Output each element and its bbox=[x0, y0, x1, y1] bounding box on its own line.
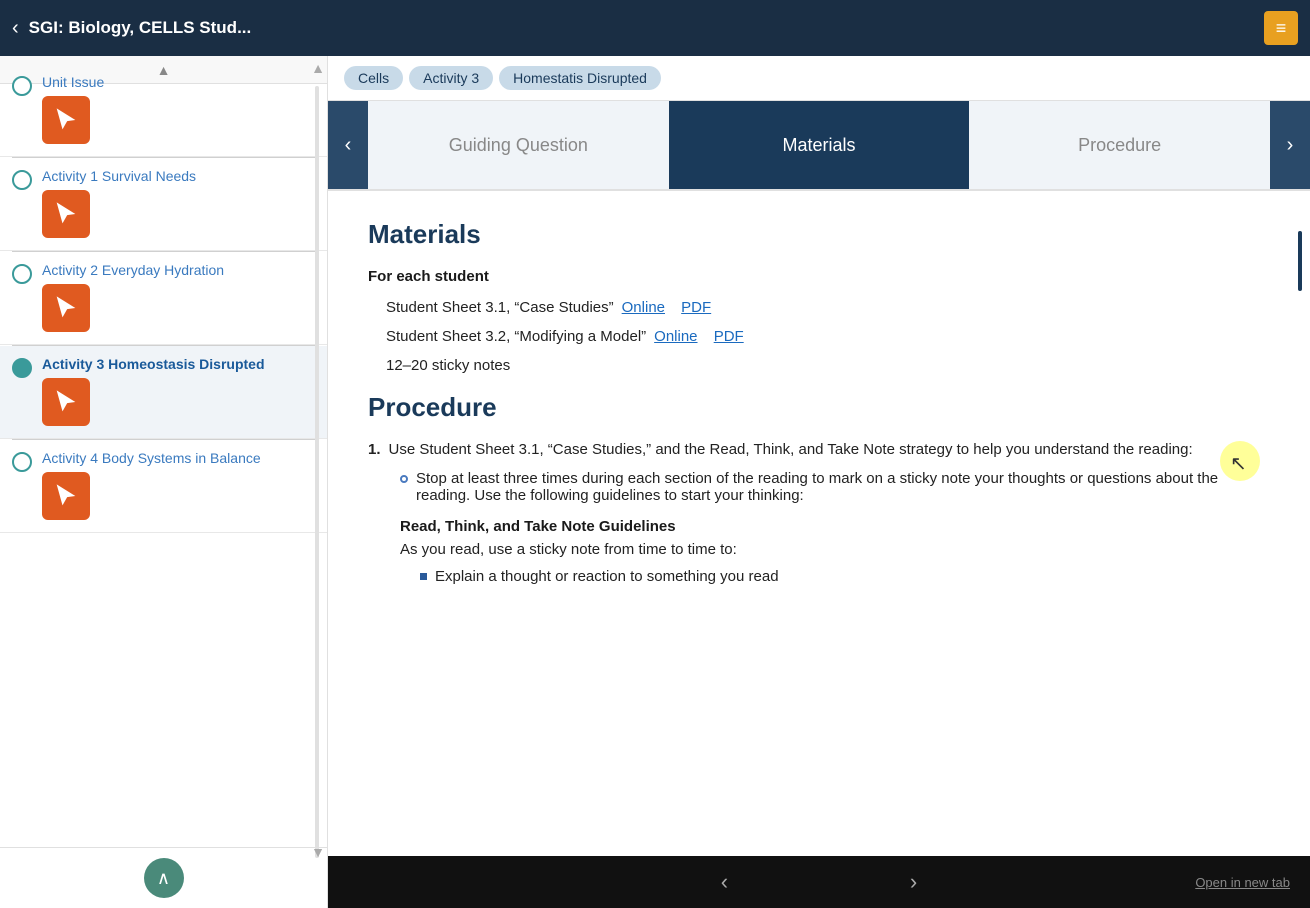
sidebar-icon-activity-4 bbox=[42, 472, 90, 520]
sub-bullets: Stop at least three times during each se… bbox=[400, 470, 1270, 504]
sidebar: ▲ Unit Issue Activity 1 Survival Needs bbox=[0, 56, 328, 908]
material-link-online-1[interactable]: Online bbox=[622, 299, 665, 316]
bottom-prev-button[interactable]: ‹ bbox=[721, 869, 728, 895]
sub-bullet-text-1: Stop at least three times during each se… bbox=[416, 470, 1270, 504]
section-nav-materials[interactable]: Materials bbox=[669, 101, 970, 189]
sidebar-item-unit-issue[interactable]: Unit Issue bbox=[0, 64, 327, 157]
material-row-2: Student Sheet 3.2, “Modifying a Model” O… bbox=[368, 328, 1270, 345]
sidebar-label-activity-3: Activity 3 Homeostasis Disrupted bbox=[42, 356, 315, 372]
section-nav: ‹ Guiding Question Materials Procedure › bbox=[328, 101, 1310, 191]
step-1-text: Use Student Sheet 3.1, “Case Studies,” a… bbox=[389, 441, 1193, 458]
sidebar-item-activity-2[interactable]: Activity 2 Everyday Hydration bbox=[0, 252, 327, 345]
bottom-nav: ‹ › Open in new tab bbox=[328, 856, 1310, 908]
sidebar-label-activity-4: Activity 4 Body Systems in Balance bbox=[42, 450, 315, 466]
breadcrumb-activity3[interactable]: Activity 3 bbox=[409, 66, 493, 90]
cursor-icon-activity-3 bbox=[52, 388, 80, 416]
final-bullet-text-1: Explain a thought or reaction to somethi… bbox=[435, 568, 779, 585]
procedure-step-1: 1. Use Student Sheet 3.1, “Case Studies,… bbox=[368, 441, 1270, 458]
sidebar-circle-activity-3 bbox=[12, 358, 32, 378]
sidebar-item-content-activity-3: Activity 3 Homeostasis Disrupted bbox=[42, 356, 315, 432]
bottom-next-button[interactable]: › bbox=[910, 869, 917, 895]
sidebar-items: Unit Issue Activity 1 Survival Needs bbox=[0, 56, 327, 847]
section-nav-procedure[interactable]: Procedure bbox=[969, 101, 1270, 189]
sidebar-down-arrow[interactable]: ▼ bbox=[311, 844, 325, 860]
sidebar-label-activity-2: Activity 2 Everyday Hydration bbox=[42, 262, 315, 278]
scrollbar-track bbox=[315, 86, 319, 858]
procedure-title: Procedure bbox=[368, 392, 1270, 423]
guideline-intro: As you read, use a sticky note from time… bbox=[400, 541, 1270, 558]
material-row-1: Student Sheet 3.1, “Case Studies” Online… bbox=[368, 299, 1270, 316]
scroll-indicator bbox=[1298, 231, 1302, 291]
cursor-icon-activity-2 bbox=[52, 294, 80, 322]
section-nav-right-arrow[interactable]: › bbox=[1270, 101, 1310, 189]
sidebar-scrollbar bbox=[315, 86, 319, 858]
final-bullets: Explain a thought or reaction to somethi… bbox=[420, 568, 1270, 585]
sidebar-icon-unit-issue bbox=[42, 96, 90, 144]
sidebar-icon-activity-1 bbox=[42, 190, 90, 238]
sidebar-icon-activity-2 bbox=[42, 284, 90, 332]
sidebar-up-arrow[interactable]: ▲ bbox=[311, 60, 325, 76]
material-link-pdf-2[interactable]: PDF bbox=[714, 328, 744, 345]
breadcrumb-homeostasis[interactable]: Homestatis Disrupted bbox=[499, 66, 661, 90]
content-area: Cells Activity 3 Homestatis Disrupted ‹ … bbox=[328, 56, 1310, 908]
sub-bullet-1: Stop at least three times during each se… bbox=[400, 470, 1270, 504]
sidebar-bottom: ∧ bbox=[0, 847, 327, 908]
bullet-dot-1 bbox=[400, 475, 408, 483]
menu-button[interactable]: ≡ bbox=[1264, 11, 1298, 45]
material-link-separator-1 bbox=[669, 299, 673, 316]
sidebar-circle-activity-4 bbox=[12, 452, 32, 472]
back-button[interactable]: ‹ bbox=[12, 17, 19, 40]
guideline-title: Read, Think, and Take Note Guidelines bbox=[400, 518, 1270, 535]
sidebar-item-content-activity-1: Activity 1 Survival Needs bbox=[42, 168, 315, 244]
sidebar-item-content-activity-2: Activity 2 Everyday Hydration bbox=[42, 262, 315, 338]
materials-title: Materials bbox=[368, 219, 1270, 250]
cursor-icon-activity-4 bbox=[52, 482, 80, 510]
sidebar-item-content-activity-4: Activity 4 Body Systems in Balance bbox=[42, 450, 315, 526]
sidebar-circle-activity-2 bbox=[12, 264, 32, 284]
sidebar-circle-unit-issue bbox=[12, 76, 32, 96]
sidebar-label-unit-issue: Unit Issue bbox=[42, 74, 315, 90]
material-text-1: Student Sheet 3.1, “Case Studies” bbox=[386, 299, 614, 316]
sidebar-item-activity-3[interactable]: Activity 3 Homeostasis Disrupted bbox=[0, 346, 327, 439]
cursor-icon-activity-1 bbox=[52, 200, 80, 228]
sidebar-item-content-unit-issue: Unit Issue bbox=[42, 74, 315, 150]
sidebar-label-activity-1: Activity 1 Survival Needs bbox=[42, 168, 315, 184]
material-text-2: Student Sheet 3.2, “Modifying a Model” bbox=[386, 328, 646, 345]
cursor-icon-unit-issue bbox=[52, 106, 80, 134]
step-1-number: 1. bbox=[368, 441, 381, 458]
material-link-online-2[interactable]: Online bbox=[654, 328, 697, 345]
square-bullet-1 bbox=[420, 573, 427, 580]
final-bullet-1: Explain a thought or reaction to somethi… bbox=[420, 568, 1270, 585]
breadcrumb-cells[interactable]: Cells bbox=[344, 66, 403, 90]
sidebar-icon-activity-3 bbox=[42, 378, 90, 426]
sidebar-item-activity-4[interactable]: Activity 4 Body Systems in Balance bbox=[0, 440, 327, 533]
section-nav-guiding-question[interactable]: Guiding Question bbox=[368, 101, 669, 189]
top-header: ‹ SGI: Biology, CELLS Stud... ≡ bbox=[0, 0, 1310, 56]
material-link-pdf-1[interactable]: PDF bbox=[681, 299, 711, 316]
section-nav-left-arrow[interactable]: ‹ bbox=[328, 101, 368, 189]
content-scroll[interactable]: Materials For each student Student Sheet… bbox=[328, 191, 1310, 856]
breadcrumb-bar: Cells Activity 3 Homestatis Disrupted bbox=[328, 56, 1310, 101]
material-link-separator-2 bbox=[702, 328, 706, 345]
sticky-notes-label: 12–20 sticky notes bbox=[368, 357, 1270, 374]
open-in-new-tab-link[interactable]: Open in new tab bbox=[1195, 875, 1290, 890]
sidebar-circle-activity-1 bbox=[12, 170, 32, 190]
materials-subsection: For each student bbox=[368, 268, 1270, 285]
app-title: SGI: Biology, CELLS Stud... bbox=[29, 18, 1264, 38]
main-layout: ▲ Unit Issue Activity 1 Survival Needs bbox=[0, 56, 1310, 908]
sidebar-item-activity-1[interactable]: Activity 1 Survival Needs bbox=[0, 158, 327, 251]
scroll-up-button[interactable]: ∧ bbox=[144, 858, 184, 898]
